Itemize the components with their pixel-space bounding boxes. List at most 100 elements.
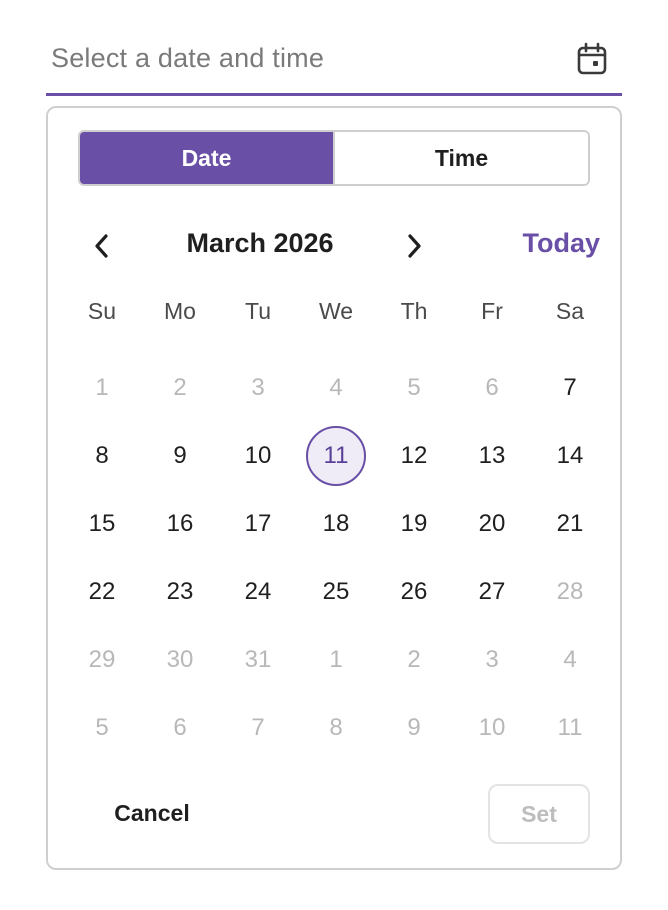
- day-number: 7: [563, 374, 577, 401]
- day-number: 18: [322, 510, 350, 537]
- day-number: 29: [88, 646, 116, 673]
- weekday-label: Mo: [164, 298, 196, 324]
- date-time-tabs: Date Time: [78, 130, 590, 186]
- day-cell[interactable]: 14: [531, 422, 609, 490]
- day-cell[interactable]: 24: [219, 558, 297, 626]
- day-number: 5: [407, 374, 421, 401]
- day-cell[interactable]: 15: [63, 490, 141, 558]
- day-number: 8: [95, 442, 109, 469]
- day-number: 25: [322, 578, 350, 605]
- day-cell: 5: [375, 354, 453, 422]
- weekday-label: We: [318, 298, 354, 324]
- datetime-field[interactable]: Select a date and time: [46, 30, 622, 96]
- day-number: 27: [478, 578, 506, 605]
- day-cell: 28: [531, 558, 609, 626]
- calendar-icon[interactable]: [576, 42, 608, 76]
- day-number: 10: [244, 442, 272, 469]
- day-number: 31: [244, 646, 272, 673]
- day-cell: 7: [219, 694, 297, 762]
- day-number: 4: [329, 374, 343, 401]
- day-number: 21: [556, 510, 584, 537]
- day-number: 13: [478, 442, 506, 469]
- day-cell[interactable]: 16: [141, 490, 219, 558]
- day-number: 28: [556, 578, 584, 605]
- day-cell-selected[interactable]: 11: [297, 422, 375, 490]
- day-cell[interactable]: 8: [63, 422, 141, 490]
- day-cell: 2: [375, 626, 453, 694]
- datetime-placeholder: Select a date and time: [51, 43, 325, 73]
- day-cell[interactable]: 27: [453, 558, 531, 626]
- day-number: 9: [407, 714, 421, 741]
- day-number: 6: [173, 714, 187, 741]
- day-cell[interactable]: 10: [219, 422, 297, 490]
- day-number: 20: [478, 510, 506, 537]
- day-cell[interactable]: 18: [297, 490, 375, 558]
- weekday-label: Su: [87, 298, 117, 324]
- day-number: 1: [95, 374, 109, 401]
- day-number: 15: [88, 510, 116, 537]
- day-number: 11: [306, 426, 366, 486]
- day-number: 8: [329, 714, 343, 741]
- set-button[interactable]: Set: [488, 784, 590, 844]
- day-cell[interactable]: 25: [297, 558, 375, 626]
- day-number: 12: [400, 442, 428, 469]
- day-cell: 6: [141, 694, 219, 762]
- weekday-label: Tu: [245, 298, 271, 324]
- day-grid: 1 2 3 4 5 6 7 8 9 10 11 12 13 14 15 16 17 18 19 20 21 22 23 24 2…: [63, 354, 609, 762]
- day-number: 5: [95, 714, 109, 741]
- tab-date[interactable]: Date: [80, 132, 333, 184]
- day-cell[interactable]: 7: [531, 354, 609, 422]
- day-cell: 6: [453, 354, 531, 422]
- day-number: 2: [407, 646, 421, 673]
- day-cell[interactable]: 12: [375, 422, 453, 490]
- day-cell[interactable]: 22: [63, 558, 141, 626]
- datetime-popover: Date Time March 2026 Today Su Mo Tu We T…: [46, 106, 622, 870]
- day-cell: 3: [453, 626, 531, 694]
- weekday-label: Fr: [481, 298, 503, 324]
- day-cell: 2: [141, 354, 219, 422]
- day-number: 4: [563, 646, 577, 673]
- tab-time[interactable]: Time: [333, 132, 588, 184]
- day-number: 7: [251, 714, 265, 741]
- weekday-label: Th: [400, 298, 428, 324]
- day-number: 3: [251, 374, 265, 401]
- cancel-button[interactable]: Cancel: [78, 784, 226, 842]
- day-cell[interactable]: 17: [219, 490, 297, 558]
- day-number: 10: [478, 714, 506, 741]
- day-cell: 10: [453, 694, 531, 762]
- day-cell[interactable]: 19: [375, 490, 453, 558]
- weekday-label: Sa: [555, 298, 585, 324]
- day-cell: 8: [297, 694, 375, 762]
- month-title: March 2026: [186, 228, 334, 258]
- day-cell: 9: [375, 694, 453, 762]
- day-number: 19: [400, 510, 428, 537]
- day-cell: 11: [531, 694, 609, 762]
- day-number: 6: [485, 374, 499, 401]
- today-button[interactable]: Today: [522, 228, 600, 259]
- day-cell: 1: [63, 354, 141, 422]
- day-number: 9: [173, 442, 187, 469]
- day-cell[interactable]: 20: [453, 490, 531, 558]
- day-cell: 30: [141, 626, 219, 694]
- day-cell: 4: [531, 626, 609, 694]
- day-cell[interactable]: 23: [141, 558, 219, 626]
- day-number: 24: [244, 578, 272, 605]
- day-number: 1: [329, 646, 343, 673]
- day-cell: 4: [297, 354, 375, 422]
- day-cell: 1: [297, 626, 375, 694]
- day-number: 17: [244, 510, 272, 537]
- chevron-right-icon[interactable]: [394, 226, 434, 266]
- day-cell[interactable]: 13: [453, 422, 531, 490]
- day-number: 26: [400, 578, 428, 605]
- day-cell: 29: [63, 626, 141, 694]
- day-number: 2: [173, 374, 187, 401]
- chevron-left-icon[interactable]: [82, 226, 122, 266]
- day-cell[interactable]: 21: [531, 490, 609, 558]
- weekday-header: Su Mo Tu We Th Fr Sa: [63, 298, 609, 325]
- day-cell[interactable]: 9: [141, 422, 219, 490]
- day-number: 3: [485, 646, 499, 673]
- day-number: 23: [166, 578, 194, 605]
- day-number: 30: [166, 646, 194, 673]
- day-cell[interactable]: 26: [375, 558, 453, 626]
- day-number: 14: [556, 442, 584, 469]
